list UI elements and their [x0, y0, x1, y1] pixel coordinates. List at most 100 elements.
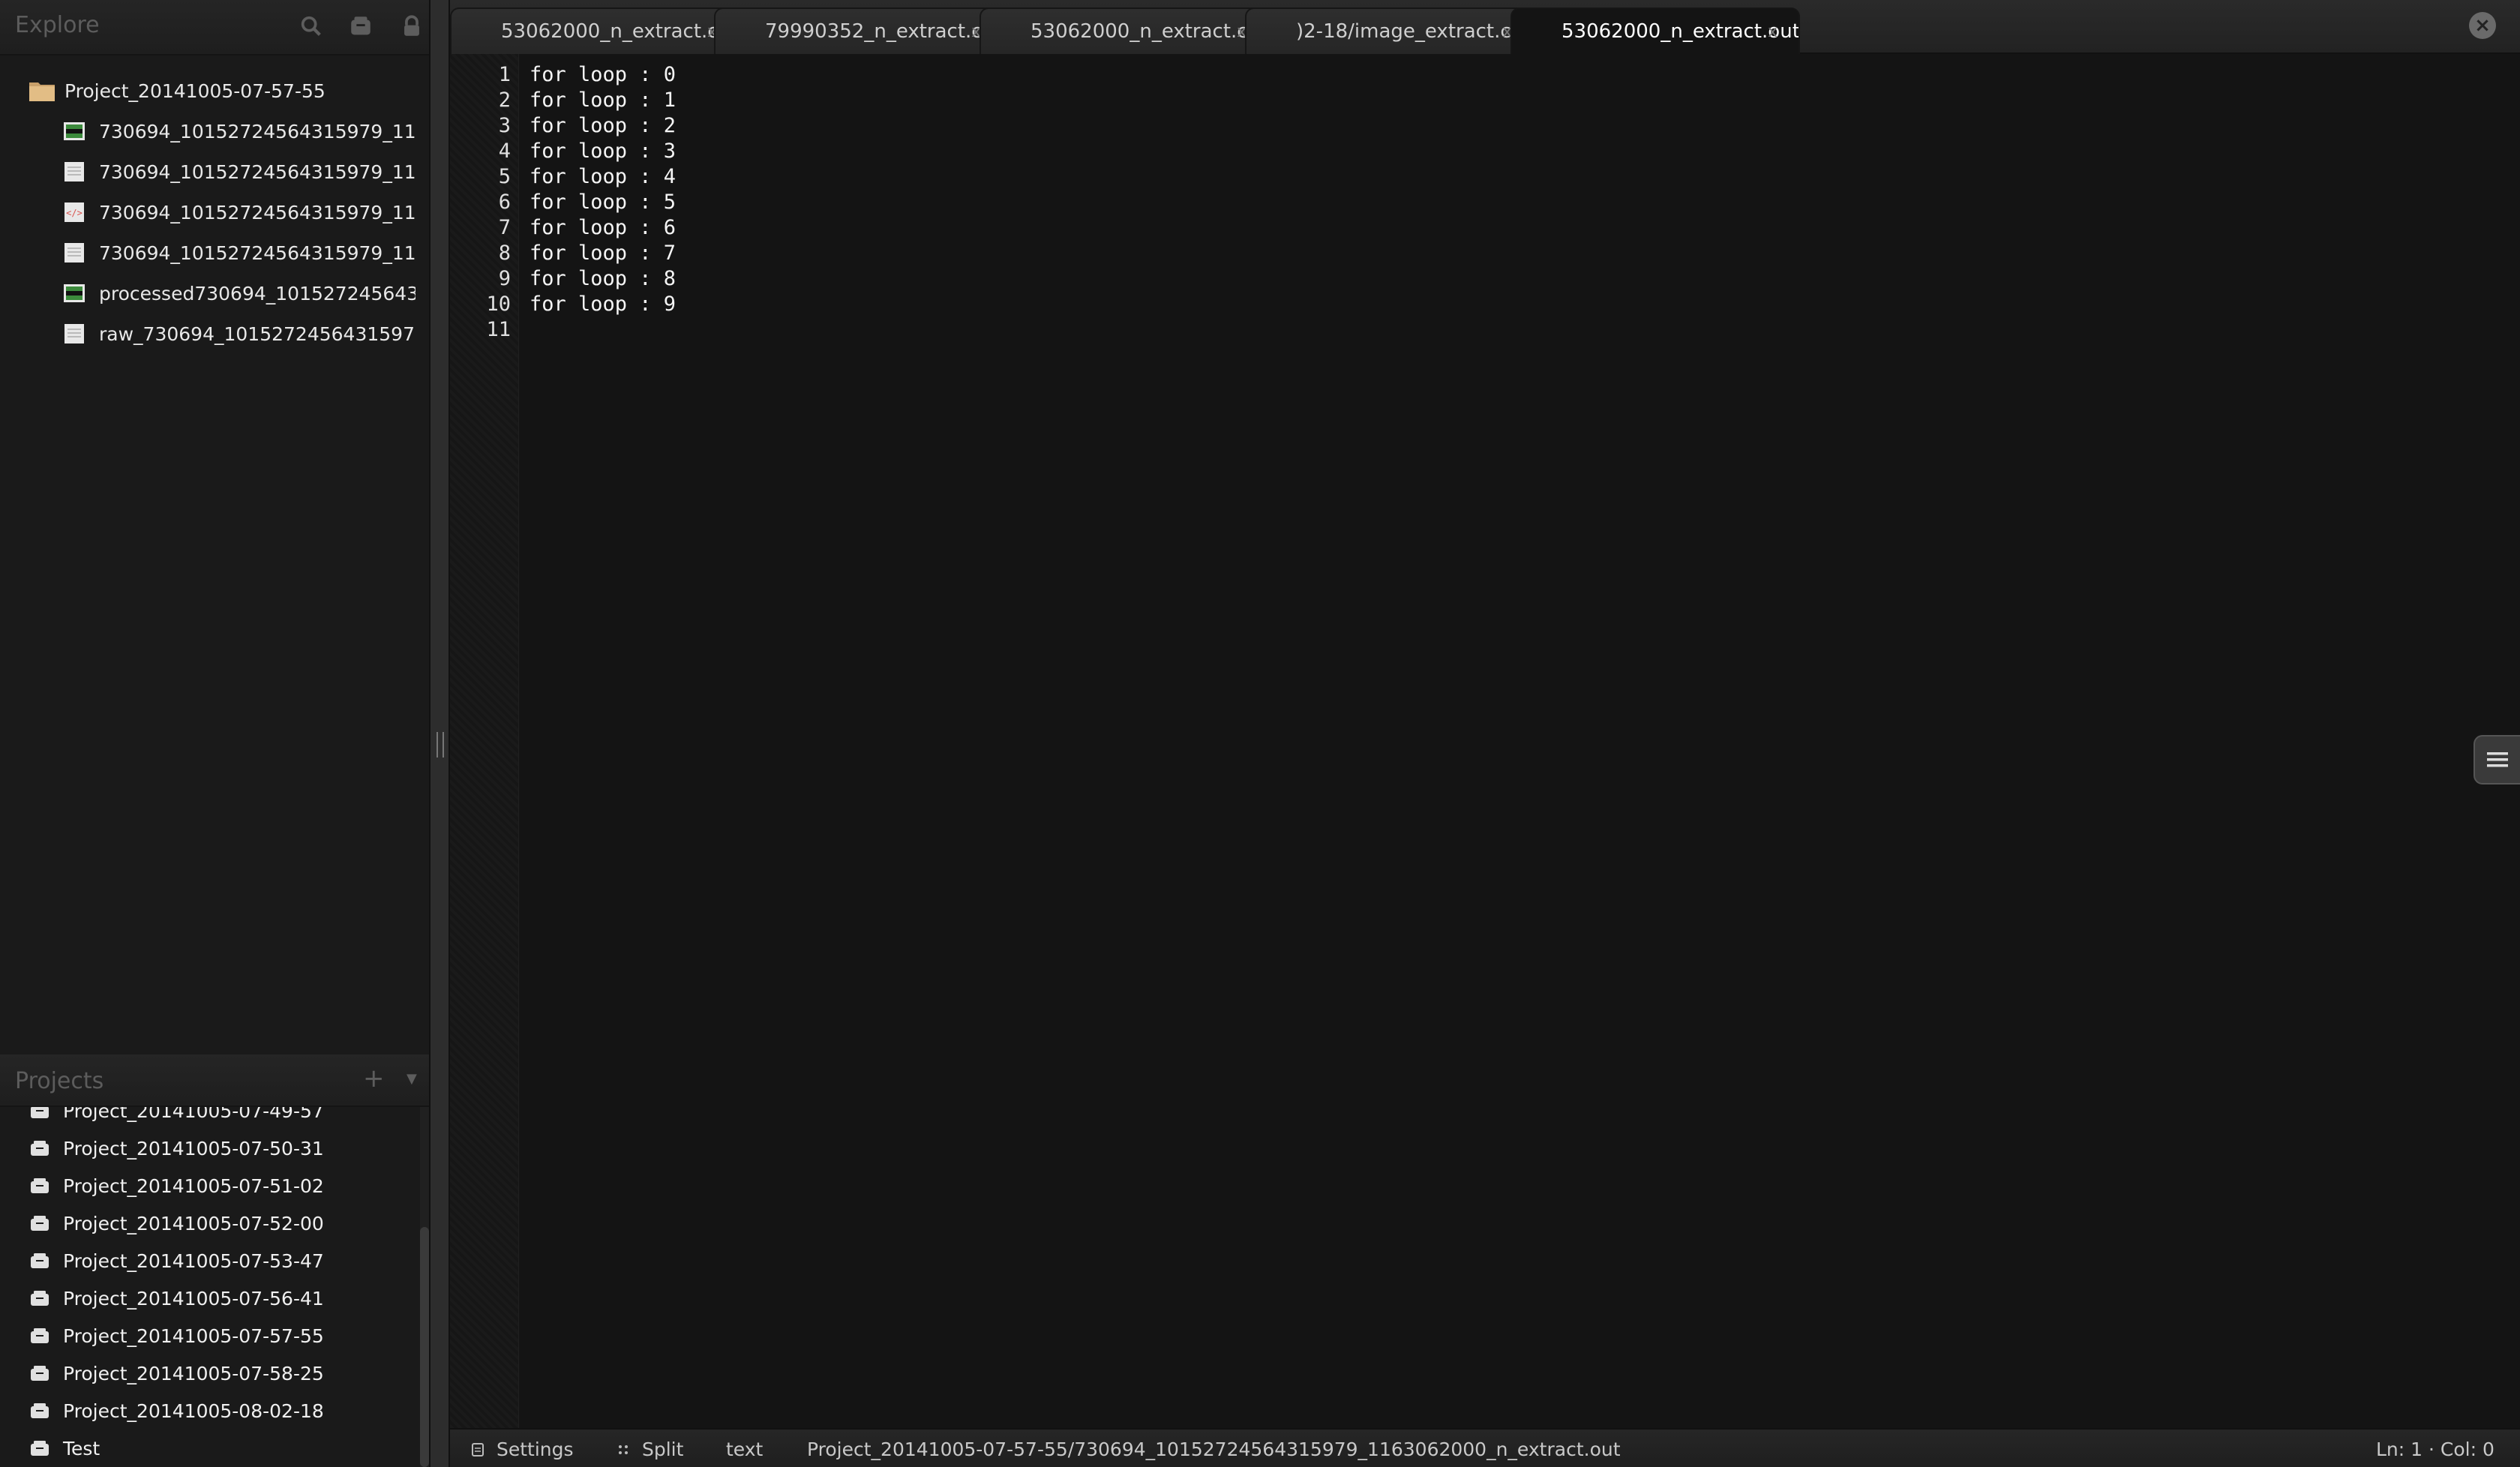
project-box-icon	[31, 1178, 49, 1193]
project-item[interactable]: Project_20141005-07-53-47	[30, 1242, 324, 1280]
code-line[interactable]: for loop : 5	[530, 190, 676, 214]
file-path: Project_20141005-07-57-55/730694_1015272…	[807, 1438, 1621, 1460]
code-line[interactable]: for loop : 8	[530, 267, 676, 290]
tab-file-3[interactable]: 53062000_n_extract.cpp x	[980, 8, 1269, 54]
project-item[interactable]: Project_20141005-07-57-55	[30, 1317, 324, 1354]
project-label: Project_20141005-07-53-47	[63, 1250, 324, 1272]
project-box-icon	[31, 1253, 49, 1268]
tab-file-4[interactable]: )2-18/image_extract.cpp x	[1245, 8, 1534, 54]
image-file-icon	[64, 122, 85, 140]
projects-menu-button[interactable]: ▼	[406, 1071, 417, 1087]
menu-icon	[2487, 752, 2508, 767]
project-item[interactable]: Project_20141005-07-49-57	[30, 1107, 324, 1130]
sidebar: Explore Project_20141005-07-57-55 730694…	[0, 0, 429, 1467]
line-number: 1	[498, 63, 511, 86]
project-box-icon	[31, 1141, 49, 1156]
project-box-icon	[31, 1366, 49, 1381]
line-number: 5	[498, 165, 511, 188]
project-item[interactable]: Project_20141005-07-52-00	[30, 1204, 324, 1242]
settings-button[interactable]: Settings	[471, 1438, 574, 1460]
tree-file-label: 730694_10152724564315979_1163062000_n_ex…	[99, 201, 416, 224]
project-item[interactable]: Project_20141005-08-02-18	[30, 1392, 324, 1430]
project-box-icon	[31, 1107, 49, 1118]
code-line[interactable]: for loop : 0	[530, 63, 676, 86]
project-label: Project_20141005-08-02-18	[63, 1400, 324, 1422]
file-path-label: Project_20141005-07-57-55/730694_1015272…	[807, 1438, 1621, 1460]
line-number: 6	[498, 190, 511, 214]
project-label: Project_20141005-07-50-31	[63, 1137, 324, 1160]
project-item[interactable]: Project_20141005-07-50-31	[30, 1130, 324, 1167]
folder-icon	[29, 82, 55, 101]
add-project-button[interactable]: +	[363, 1064, 385, 1094]
tab-bar: 53062000_n_extract.out x 79990352_n_extr…	[450, 0, 2520, 54]
search-icon[interactable]	[298, 14, 324, 39]
tab-file-1[interactable]: 53062000_n_extract.out x	[450, 8, 740, 54]
tree-file-item[interactable]: raw_730694_10152724564315979_1163062000_…	[63, 315, 416, 352]
split-label: Split	[642, 1438, 684, 1460]
status-bar: Settings Split text Project_20141005-07-…	[450, 1428, 2520, 1467]
code-file-icon: </>	[64, 202, 84, 222]
line-number: 2	[498, 88, 511, 112]
tab-close-button[interactable]: x	[1768, 22, 1778, 41]
tree-file-item[interactable]: </> 730694_10152724564315979_1163062000_…	[63, 194, 416, 231]
line-number: 3	[498, 114, 511, 137]
tree-file-label: 730694_10152724564315979_1163062000_n_ex…	[99, 120, 416, 142]
projects-scroll-thumb[interactable]	[420, 1227, 429, 1467]
tree-file-item[interactable]: 730694_10152724564315979_1163062000_n_ex…	[63, 234, 416, 272]
text-file-icon	[64, 243, 84, 262]
line-number: 11	[486, 318, 511, 341]
projects-title: Projects	[15, 1068, 104, 1094]
text-file-icon	[64, 324, 84, 344]
tree-folder-label: Project_20141005-07-57-55	[64, 80, 326, 102]
tree-folder-project[interactable]: Project_20141005-07-57-55	[28, 72, 326, 110]
lock-icon[interactable]	[399, 14, 424, 39]
line-number: 7	[498, 216, 511, 239]
code-line[interactable]: for loop : 9	[530, 292, 676, 316]
projects-scrollbar[interactable]	[420, 1107, 429, 1467]
tab-file-2[interactable]: 79990352_n_extract.out x	[714, 8, 1004, 54]
tree-file-item[interactable]: 730694_10152724564315979_1163062000_n_ex…	[63, 153, 416, 190]
projects-header: Projects + ▼	[0, 1054, 429, 1107]
project-box-icon	[31, 1291, 49, 1306]
code-line[interactable]: for loop : 3	[530, 140, 676, 163]
code-line[interactable]: for loop : 2	[530, 114, 676, 137]
project-item[interactable]: Project_20141005-07-58-25	[30, 1354, 324, 1392]
tree-file-label: raw_730694_10152724564315979_1163062000_…	[99, 322, 416, 345]
code-line[interactable]: for loop : 6	[530, 216, 676, 239]
settings-label: Settings	[496, 1438, 574, 1460]
line-number: 10	[486, 292, 511, 316]
project-box-icon	[31, 1216, 49, 1231]
split-button[interactable]: Split	[616, 1438, 683, 1460]
project-box-icon	[31, 1328, 49, 1343]
project-item[interactable]: Project_20141005-07-56-41	[30, 1280, 324, 1317]
project-item[interactable]: Project_20141005-07-51-02	[30, 1167, 324, 1204]
tree-file-item[interactable]: 730694_10152724564315979_1163062000_n_ex…	[63, 112, 416, 150]
tab-label: 53062000_n_extract.out	[1562, 20, 1800, 43]
tab-file-5-active[interactable]: 53062000_n_extract.out x	[1510, 8, 1800, 54]
code-line[interactable]: for loop : 4	[530, 165, 676, 188]
project-label: Project_20141005-07-57-55	[63, 1324, 324, 1347]
sidebar-splitter[interactable]	[429, 0, 450, 1467]
side-panel-toggle[interactable]	[2474, 735, 2520, 784]
code-line[interactable]: for loop : 1	[530, 88, 676, 112]
tree-file-item[interactable]: processed730694_10152724564315979_116306…	[63, 274, 416, 312]
settings-icon	[472, 1442, 484, 1456]
project-label: Project_20141005-07-58-25	[63, 1362, 324, 1384]
project-label: Project_20141005-07-56-41	[63, 1287, 324, 1310]
explore-header: Explore	[0, 0, 429, 56]
code-line[interactable]: for loop : 7	[530, 242, 676, 265]
line-number: 8	[498, 242, 511, 265]
svg-text:</>: </>	[66, 208, 82, 218]
code-editor[interactable]: 1 2 3 4 5 6 7 8 9 10 11 for loop : 0 for loop : 1 fo…	[450, 54, 2520, 1428]
text-file-icon	[64, 162, 84, 182]
project-label: Project_20141005-07-49-57	[63, 1107, 324, 1122]
line-number: 9	[498, 267, 511, 290]
archive-icon[interactable]	[348, 14, 374, 39]
tree-file-label: processed730694_10152724564315979_116306…	[99, 282, 416, 304]
image-file-icon	[64, 284, 85, 302]
syntax-mode-button[interactable]: text	[726, 1438, 763, 1460]
close-icon[interactable]: ×	[2469, 12, 2496, 39]
project-item[interactable]: Test	[30, 1430, 100, 1467]
tab-label: 79990352_n_extract.out	[765, 20, 1004, 43]
line-gutter: 1 2 3 4 5 6 7 8 9 10 11	[450, 54, 519, 1428]
